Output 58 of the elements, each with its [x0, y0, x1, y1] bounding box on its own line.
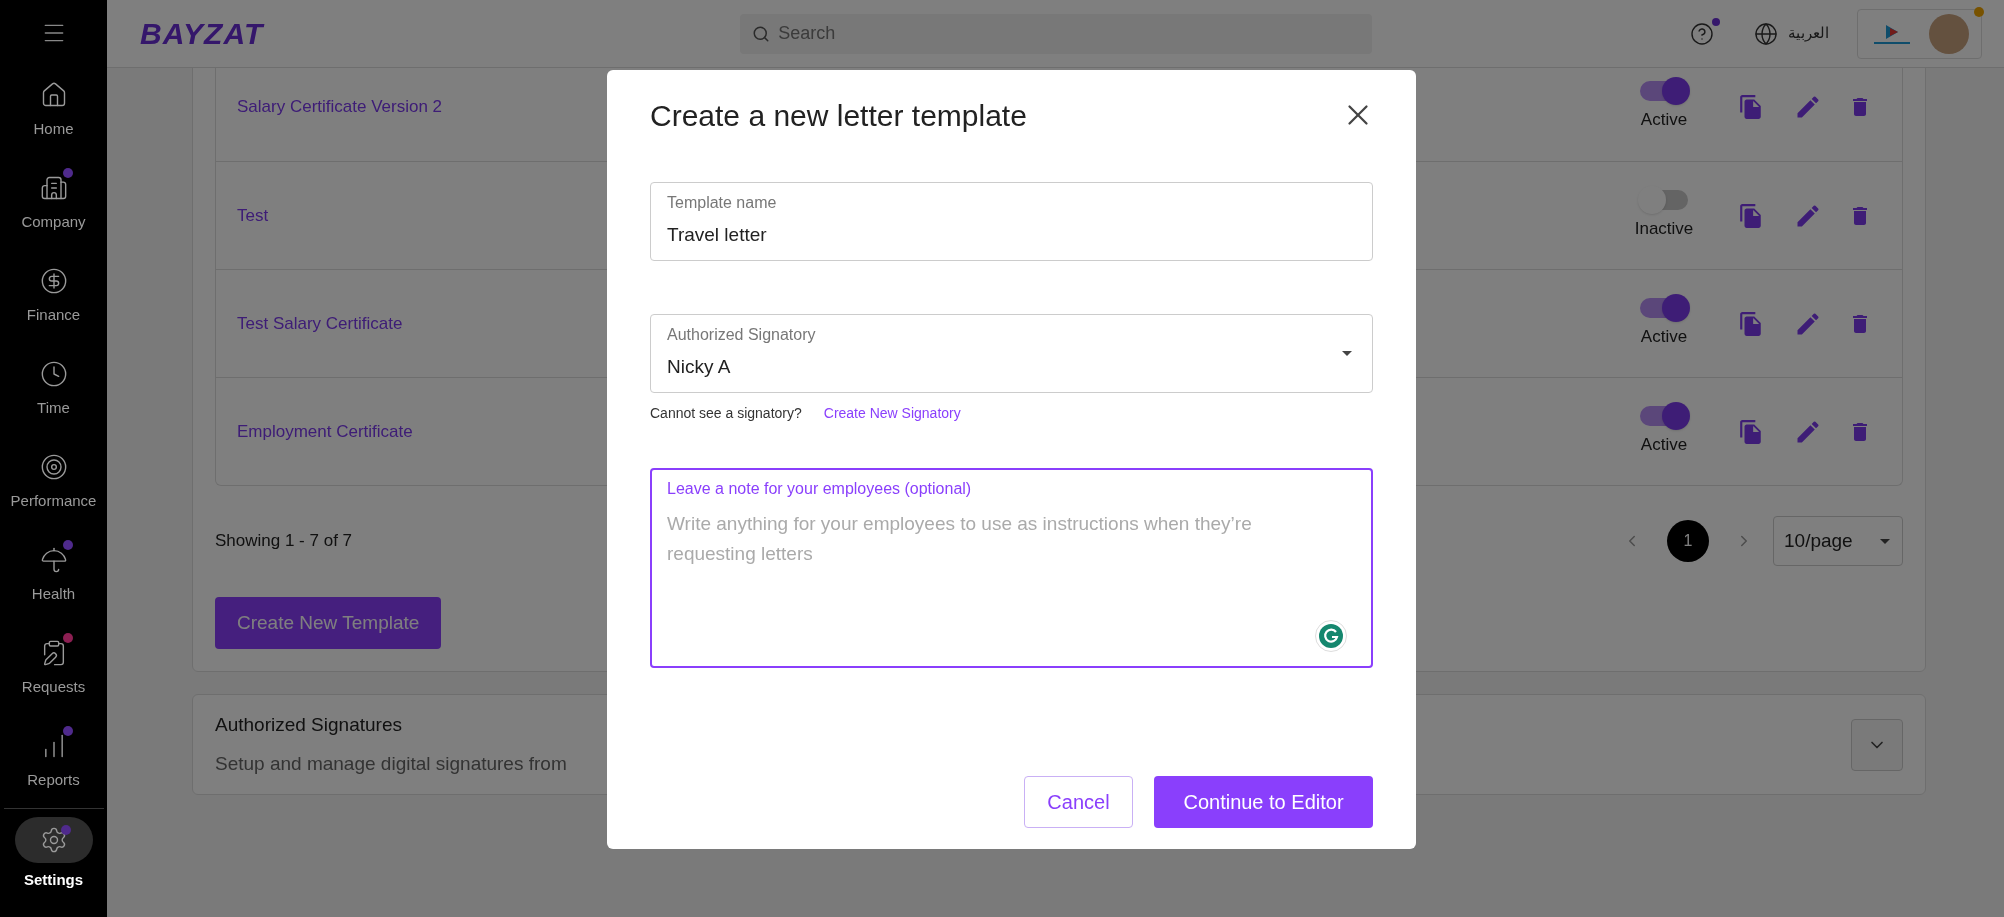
status-label: Active: [1640, 109, 1688, 132]
account-switcher[interactable]: [1857, 8, 1982, 59]
template-name-link[interactable]: Salary Certificate Version 2: [237, 94, 443, 120]
field-label: Leave a note for your employees (optional): [667, 479, 973, 499]
logo[interactable]: BAYZAT: [140, 11, 264, 56]
avatar: [1929, 13, 1969, 54]
section-description: Setup and manage digital signatures from: [215, 751, 567, 776]
umbrella-icon: [39, 546, 68, 574]
nav-item[interactable]: Health: [3, 525, 104, 618]
continue-button[interactable]: Continue to Editor: [1154, 776, 1373, 828]
status-label: Active: [1640, 325, 1688, 348]
template-name-input[interactable]: Travel letter: [667, 221, 1356, 250]
search-field[interactable]: Search: [740, 13, 1373, 54]
create-signatory-link[interactable]: Create New Signatory: [823, 403, 961, 424]
note-field[interactable]: Leave a note for your employees (optional) Write anything for your employees to use as instructions when they’re requesting letters: [650, 468, 1373, 668]
results-summary: Showing 1 - 7 of 7: [215, 530, 353, 553]
note-input[interactable]: Write anything for your employees to use as instructions when they’re requesting letters: [667, 509, 1356, 666]
nav-item[interactable]: Requests: [3, 618, 104, 711]
nav-item[interactable]: Company: [3, 153, 104, 246]
template-name-link[interactable]: Employment Certificate: [237, 418, 413, 445]
nav-item[interactable]: Reports: [3, 711, 104, 804]
helper-text: Cannot see a signatory?: [650, 404, 802, 423]
section-title: Authorized Signatures: [215, 713, 403, 737]
page-size-select[interactable]: 10/page: [1773, 516, 1903, 566]
caret-icon: [1880, 538, 1890, 544]
template-name-link[interactable]: Test Salary Certificate: [237, 310, 403, 337]
target-icon: [39, 453, 68, 481]
grammar-assistant-icon[interactable]: [1315, 620, 1347, 652]
field-label: Template name: [667, 193, 778, 213]
caret-icon: [1342, 351, 1352, 356]
field-label: Authorized Signatory: [667, 325, 817, 345]
copy-icon[interactable]: [1738, 94, 1764, 120]
cancel-button[interactable]: Cancel: [1024, 776, 1133, 828]
copy-icon[interactable]: [1738, 202, 1764, 229]
building-icon: [39, 174, 68, 202]
nav-item[interactable]: Settings: [3, 817, 104, 891]
template-name-field[interactable]: Template name Travel letter: [650, 182, 1373, 261]
create-template-button[interactable]: Create New Template: [215, 597, 442, 649]
dialog-title: Create a new letter template: [650, 97, 1027, 134]
nav-item[interactable]: Finance: [3, 246, 104, 339]
nav-item[interactable]: Performance: [3, 432, 104, 525]
status-label: Active: [1640, 433, 1688, 456]
nav-item[interactable]: Home: [3, 60, 104, 153]
template-name-link[interactable]: Test: [237, 202, 269, 229]
page-button[interactable]: 1: [1667, 520, 1709, 562]
dollar-coin-icon: [39, 267, 68, 295]
copy-icon[interactable]: [1738, 418, 1764, 445]
search-icon: [752, 24, 771, 43]
globe-icon[interactable]: [1754, 21, 1778, 46]
help-icon[interactable]: [1690, 21, 1714, 46]
copy-icon[interactable]: [1738, 310, 1764, 337]
nav-item[interactable]: Time: [3, 339, 104, 432]
status-label: Inactive: [1634, 217, 1694, 240]
signatory-select[interactable]: Authorized Signatory Nicky A: [650, 314, 1373, 393]
search-input[interactable]: Search: [778, 20, 1361, 47]
selected-value: Nicky A: [667, 355, 732, 379]
clock-icon: [39, 360, 68, 388]
language-link[interactable]: العربية: [1788, 22, 1829, 45]
